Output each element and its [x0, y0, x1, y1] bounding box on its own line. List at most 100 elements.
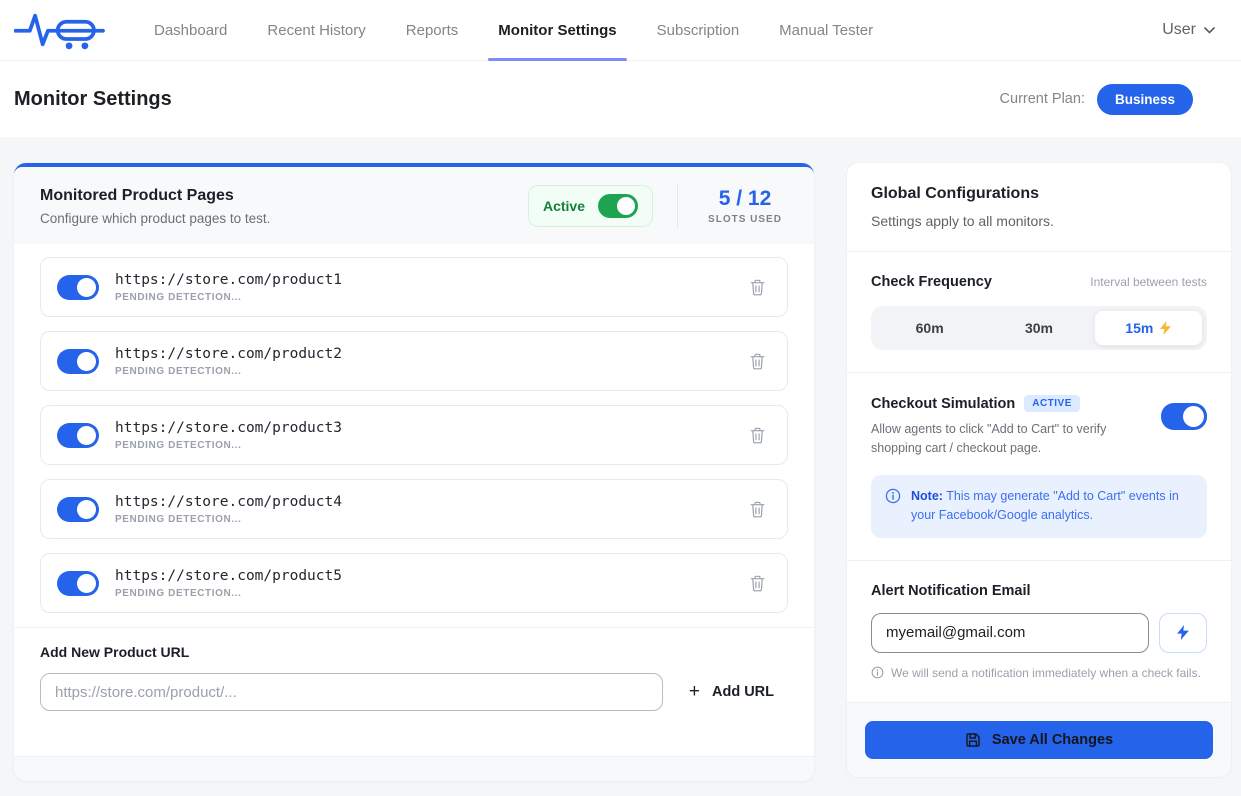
alert-email-section: Alert Notification Email We — [847, 561, 1231, 702]
trash-icon — [750, 575, 765, 592]
page-title: Monitor Settings — [14, 88, 172, 111]
note-body: This may generate "Add to Cart" events i… — [911, 489, 1179, 522]
analytics-note: Note: This may generate "Add to Cart" ev… — [871, 475, 1207, 538]
check-frequency-section: Check Frequency Interval between tests 6… — [847, 252, 1231, 373]
url-text: https://store.com/product2 — [115, 346, 342, 362]
nav-item-recent-history[interactable]: Recent History — [247, 0, 385, 60]
global-config-title: Global Configurations — [871, 185, 1207, 203]
main-content: Monitored Product Pages Configure which … — [0, 137, 1241, 781]
save-icon — [965, 732, 981, 748]
toggle-knob — [77, 574, 96, 593]
toggle-knob — [1183, 406, 1204, 427]
alert-email-helper: We will send a notification immediately … — [871, 666, 1207, 680]
trash-icon — [750, 501, 765, 518]
url-list: https://store.com/product1 PENDING DETEC… — [14, 244, 814, 627]
url-text: https://store.com/product1 — [115, 272, 342, 288]
delete-url-button[interactable] — [746, 571, 769, 596]
url-info: https://store.com/product5 PENDING DETEC… — [115, 568, 342, 599]
monitors-active-toggle[interactable] — [598, 194, 638, 218]
delete-url-button[interactable] — [746, 275, 769, 300]
monitors-active-label: Active — [543, 198, 585, 214]
url-enabled-toggle[interactable] — [57, 275, 99, 300]
nav-item-monitor-settings[interactable]: Monitor Settings — [478, 0, 636, 60]
global-config-header: Global Configurations Settings apply to … — [847, 163, 1231, 252]
toggle-knob — [77, 352, 96, 371]
monitored-pages-title: Monitored Product Pages — [40, 187, 270, 205]
url-row: https://store.com/product4 PENDING DETEC… — [40, 479, 788, 539]
info-icon — [871, 666, 884, 679]
active-badge: ACTIVE — [1024, 395, 1080, 412]
delete-url-button[interactable] — [746, 423, 769, 448]
card-footer-strip — [14, 756, 814, 781]
toggle-knob — [617, 197, 635, 215]
frequency-option-15m-label: 15m — [1125, 320, 1153, 336]
slots-used: 5 / 12 SLOTS USED — [702, 187, 788, 225]
nav-item-reports[interactable]: Reports — [386, 0, 479, 60]
nav-item-subscription[interactable]: Subscription — [637, 0, 760, 60]
url-info: https://store.com/product4 PENDING DETEC… — [115, 494, 342, 525]
toggle-knob — [77, 278, 96, 297]
add-url-row: + Add URL — [40, 673, 788, 711]
slots-used-count: 5 / 12 — [702, 187, 788, 211]
test-notification-button[interactable] — [1159, 613, 1207, 653]
url-info: https://store.com/product2 PENDING DETEC… — [115, 346, 342, 377]
app-logo[interactable] — [14, 7, 106, 53]
monitor-settings-page: Dashboard Recent History Reports Monitor… — [0, 0, 1241, 796]
url-enabled-toggle[interactable] — [57, 497, 99, 522]
url-row: https://store.com/product3 PENDING DETEC… — [40, 405, 788, 465]
delete-url-button[interactable] — [746, 349, 769, 374]
main-nav: Dashboard Recent History Reports Monitor… — [134, 0, 893, 60]
alert-email-label: Alert Notification Email — [871, 583, 1207, 599]
url-info: https://store.com/product1 PENDING DETEC… — [115, 272, 342, 303]
alert-email-input[interactable] — [871, 613, 1149, 653]
trash-icon — [750, 427, 765, 444]
global-config-footer: Save All Changes — [847, 702, 1231, 777]
header-divider — [677, 183, 678, 229]
check-frequency-header: Check Frequency Interval between tests — [871, 274, 1207, 290]
url-row: https://store.com/product2 PENDING DETEC… — [40, 331, 788, 391]
url-enabled-toggle[interactable] — [57, 571, 99, 596]
url-info: https://store.com/product3 PENDING DETEC… — [115, 420, 342, 451]
analytics-note-text: Note: This may generate "Add to Cart" ev… — [911, 487, 1193, 526]
current-plan-label: Current Plan: — [1000, 91, 1085, 107]
frequency-option-60m[interactable]: 60m — [875, 310, 984, 346]
global-config-card: Global Configurations Settings apply to … — [847, 163, 1231, 776]
url-status: PENDING DETECTION... — [115, 366, 342, 377]
frequency-option-15m[interactable]: 15m — [1094, 310, 1203, 346]
add-url-label: Add New Product URL — [40, 644, 788, 660]
add-url-button-label: Add URL — [712, 684, 774, 700]
global-config-subtitle: Settings apply to all monitors. — [871, 213, 1207, 229]
top-navigation: Dashboard Recent History Reports Monitor… — [0, 0, 1241, 61]
nav-item-dashboard[interactable]: Dashboard — [134, 0, 247, 60]
url-enabled-toggle[interactable] — [57, 349, 99, 374]
toggle-knob — [77, 426, 96, 445]
url-enabled-toggle[interactable] — [57, 423, 99, 448]
plus-icon: + — [689, 681, 700, 703]
add-url-section: Add New Product URL + Add URL — [14, 627, 814, 731]
save-all-changes-label: Save All Changes — [992, 732, 1113, 748]
user-menu[interactable]: User — [1162, 21, 1215, 39]
frequency-segmented-control: 60m 30m 15m — [871, 306, 1207, 350]
lightning-bolt-icon — [1160, 321, 1171, 335]
add-url-button[interactable]: + Add URL — [689, 681, 774, 703]
checkout-simulation-label: Checkout Simulation — [871, 396, 1015, 412]
add-url-input[interactable] — [40, 673, 663, 711]
url-text: https://store.com/product3 — [115, 420, 342, 436]
check-frequency-hint: Interval between tests — [1090, 275, 1207, 289]
save-all-changes-button[interactable]: Save All Changes — [865, 721, 1213, 759]
checkout-simulation-section: Checkout Simulation ACTIVE Allow agents … — [847, 373, 1231, 561]
nav-item-manual-tester[interactable]: Manual Tester — [759, 0, 893, 60]
checkout-toggle-wrap — [1161, 403, 1207, 430]
frequency-option-30m[interactable]: 30m — [984, 310, 1093, 346]
trash-icon — [750, 279, 765, 296]
url-status: PENDING DETECTION... — [115, 588, 342, 599]
url-text: https://store.com/product5 — [115, 568, 342, 584]
alert-email-helper-text: We will send a notification immediately … — [891, 666, 1201, 680]
lightning-bolt-icon — [1177, 625, 1189, 640]
note-title: Note: — [911, 489, 943, 503]
slots-used-caption: SLOTS USED — [702, 214, 788, 225]
user-menu-label: User — [1162, 21, 1196, 39]
checkout-simulation-toggle[interactable] — [1161, 403, 1207, 430]
delete-url-button[interactable] — [746, 497, 769, 522]
plan-badge[interactable]: Business — [1097, 84, 1193, 115]
